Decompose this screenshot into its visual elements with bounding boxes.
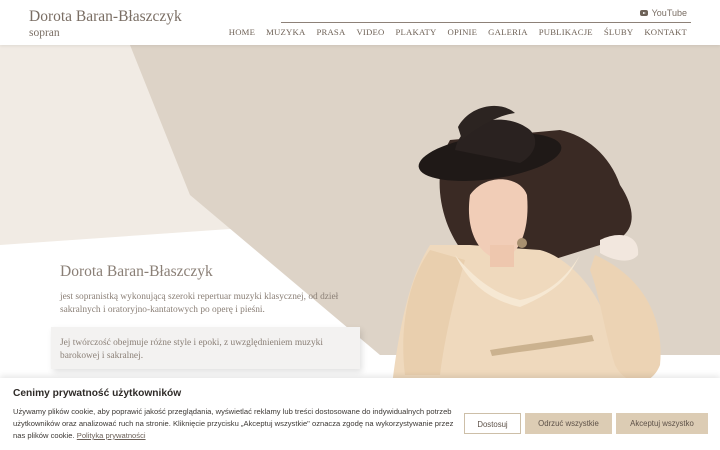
hero-quote-box: Jej twórczość obejmuje różne style i epo… [51,327,360,369]
brand[interactable]: Dorota Baran-Błaszczyk sopran [29,8,182,40]
nav-divider [281,22,691,23]
nav-item-kontakt[interactable]: KONTAKT [644,27,687,37]
nav-item-video[interactable]: VIDEO [356,27,384,37]
youtube-label[interactable]: YouTube [652,8,687,18]
nav-item-sluby[interactable]: ŚLUBY [604,27,633,37]
hero-quote: Jej twórczość obejmuje różne style i epo… [60,338,323,361]
reject-all-button[interactable]: Odrzuć wszystkie [525,413,612,434]
nav-item-home[interactable]: HOME [229,27,255,37]
customize-button[interactable]: Dostosuj [464,413,521,434]
nav-item-publikacje[interactable]: PUBLIKACJE [539,27,593,37]
hero-title: Dorota Baran-Błaszczyk [60,263,213,280]
hero-description: jest sopranistką wykonującą szeroki repe… [60,292,339,315]
accept-all-button[interactable]: Akceptuj wszystko [616,413,708,434]
brand-subtitle: sopran [29,27,60,39]
cookie-title: Cenimy prywatność użytkowników [13,388,182,399]
privacy-policy-link[interactable]: Polityka prywatności [77,431,146,440]
youtube-icon [639,10,648,16]
youtube-link[interactable]: YouTube [639,8,687,18]
site-header: Dorota Baran-Błaszczyk sopran YouTube HO… [0,0,720,45]
nav-item-prasa[interactable]: PRASA [316,27,345,37]
brand-name[interactable]: Dorota Baran-Błaszczyk [29,8,182,26]
nav-item-muzyka[interactable]: MUZYKA [266,27,305,37]
main-nav: HOME MUZYKA PRASA VIDEO PLAKATY OPINIE G… [229,27,687,37]
nav-item-plakaty[interactable]: PLAKATY [395,27,436,37]
nav-item-opinie[interactable]: OPINIE [447,27,477,37]
cookie-banner: Cenimy prywatność użytkowników Używamy p… [0,378,720,450]
nav-item-galeria[interactable]: GALERIA [488,27,528,37]
cookie-text: Używamy plików cookie, aby poprawić jako… [13,406,459,442]
